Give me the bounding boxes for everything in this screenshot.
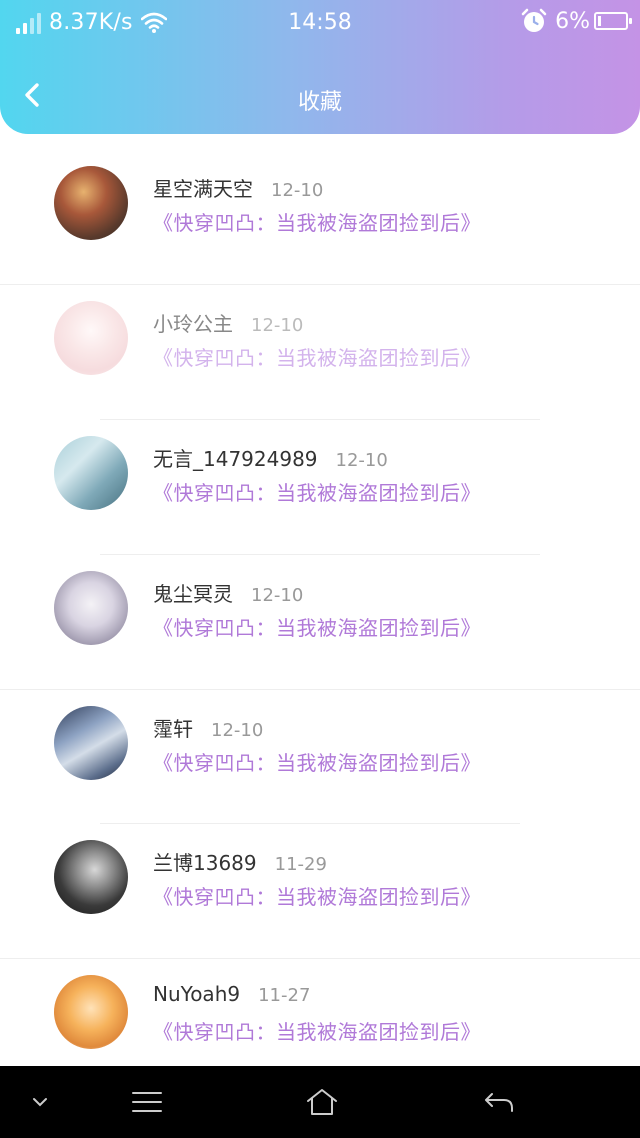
favorite-date: 12-10 <box>211 719 264 741</box>
status-bar: 8.37K/s 14:58 6% <box>0 0 640 46</box>
book-title-link[interactable]: 《快穿凹凸：当我被海盗团捡到后》 <box>153 207 481 236</box>
chevron-down-icon <box>33 1098 47 1107</box>
favorite-date: 11-29 <box>274 854 327 876</box>
user-name[interactable]: NuYoah9 <box>153 982 240 1006</box>
back-arrow-icon <box>485 1093 513 1112</box>
favorite-date: 11-27 <box>258 985 311 1007</box>
user-name[interactable]: 兰博13689 <box>153 847 257 876</box>
system-nav-bar <box>0 1066 640 1138</box>
favorite-date: 12-10 <box>271 180 324 201</box>
avatar[interactable] <box>54 435 128 510</box>
book-title-link[interactable]: 《快穿凹凸：当我被海盗团捡到后》 <box>153 342 481 371</box>
favorite-date: 12-10 <box>251 584 304 606</box>
book-title-link[interactable]: 《快穿凹凸：当我被海盗团捡到后》 <box>153 1016 481 1045</box>
battery-percent: 6% <box>555 8 590 34</box>
book-title-link[interactable]: 《快穿凹凸：当我被海盗团捡到后》 <box>153 612 481 641</box>
list-item[interactable]: 兰博13689 11-29 《快穿凹凸：当我被海盗团捡到后》 <box>0 824 640 960</box>
list-item[interactable]: 小玲公主 12-10 《快穿凹凸：当我被海盗团捡到后》 <box>0 285 640 420</box>
user-name[interactable]: 无言_147924989 <box>153 443 318 472</box>
user-name[interactable]: 鬼尘冥灵 <box>153 578 233 607</box>
book-title-link[interactable]: 《快穿凹凸：当我被海盗团捡到后》 <box>153 477 481 506</box>
book-title-link[interactable]: 《快穿凹凸：当我被海盗团捡到后》 <box>153 747 481 776</box>
avatar[interactable] <box>54 570 128 645</box>
alarm-icon <box>521 8 547 32</box>
user-name[interactable]: 霪轩 <box>153 713 193 742</box>
app-header: 8.37K/s 14:58 6% 收藏 <box>0 0 640 134</box>
avatar[interactable] <box>54 705 128 780</box>
battery-icon <box>594 12 632 30</box>
favorite-date: 12-10 <box>335 449 388 471</box>
list-item[interactable]: 星空满天空 12-10 《快穿凹凸：当我被海盗团捡到后》 <box>0 150 640 285</box>
user-name[interactable]: 星空满天空 <box>153 173 253 202</box>
page-title: 收藏 <box>297 90 342 115</box>
favorites-list: 星空满天空 12-10 《快穿凹凸：当我被海盗团捡到后》 小玲公主 12-10 … <box>0 150 640 1094</box>
list-item[interactable]: 鬼尘冥灵 12-10 《快穿凹凸：当我被海盗团捡到后》 <box>0 555 640 690</box>
menu-icon <box>132 1092 162 1112</box>
favorite-date: 12-10 <box>251 314 304 336</box>
back-nav-button[interactable] <box>478 1066 520 1138</box>
hide-nav-button[interactable] <box>20 1066 60 1138</box>
avatar[interactable] <box>54 300 128 375</box>
avatar[interactable] <box>54 975 128 1050</box>
list-item[interactable]: 无言_147924989 12-10 《快穿凹凸：当我被海盗团捡到后》 <box>0 420 640 555</box>
menu-button[interactable] <box>126 1066 168 1138</box>
list-item[interactable]: 霪轩 12-10 《快穿凹凸：当我被海盗团捡到后》 <box>0 690 640 825</box>
user-name[interactable]: 小玲公主 <box>153 308 233 337</box>
book-title-link[interactable]: 《快穿凹凸：当我被海盗团捡到后》 <box>153 881 481 910</box>
home-icon <box>307 1089 337 1115</box>
avatar[interactable] <box>54 840 128 915</box>
status-right: 6% <box>521 8 632 34</box>
avatar[interactable] <box>54 166 128 240</box>
home-button[interactable] <box>300 1066 344 1138</box>
